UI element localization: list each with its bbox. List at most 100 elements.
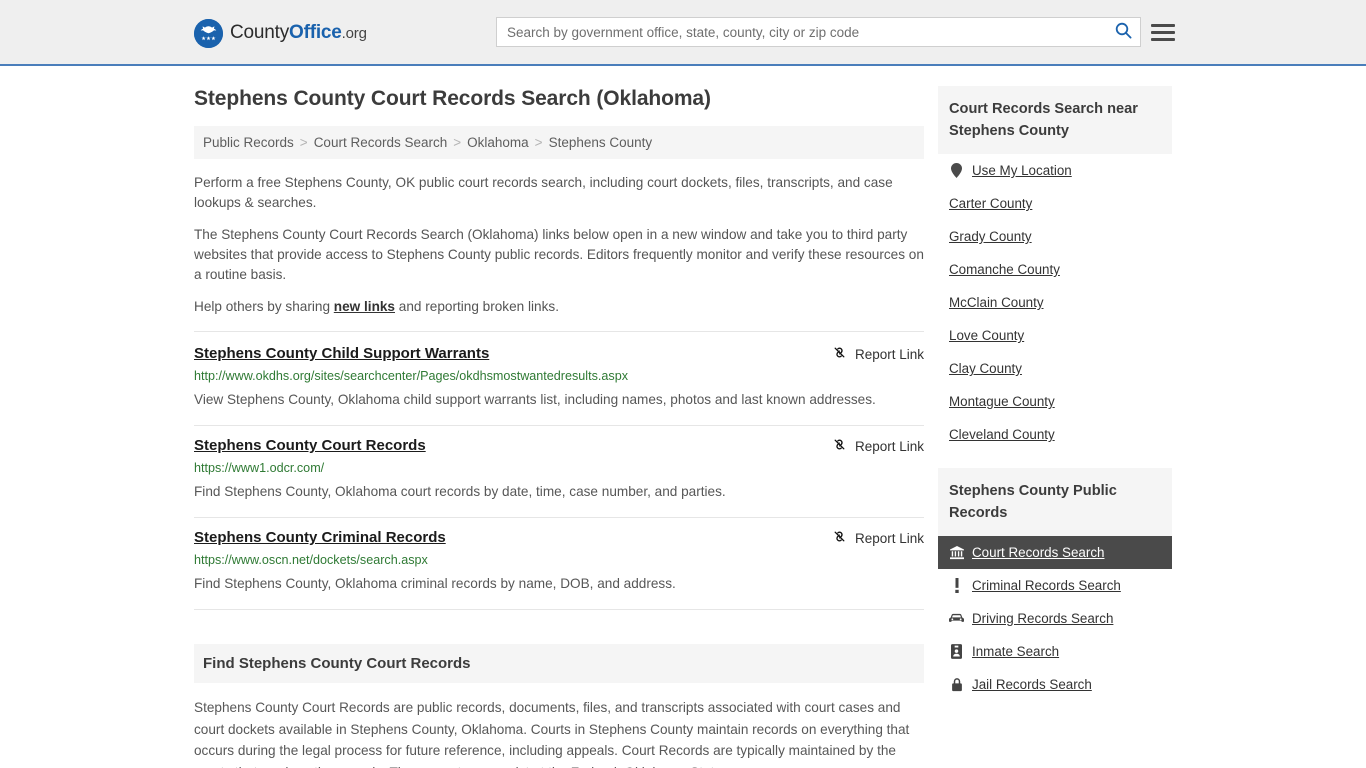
report-link-label: Report Link: [854, 346, 924, 362]
list-item: Use My Location: [938, 154, 1172, 187]
sidebar-item-label: Jail Records Search: [972, 677, 1092, 692]
list-item: Comanche County: [938, 253, 1172, 286]
page-body: Stephens County Court Records Search (Ok…: [0, 66, 1366, 768]
sidebar-item-carter-county[interactable]: Carter County: [938, 187, 1172, 220]
new-links-link[interactable]: new links: [334, 299, 395, 314]
sidebar-item-label: Clay County: [949, 361, 1022, 376]
result-description: Find Stephens County, Oklahoma criminal …: [194, 576, 676, 591]
breadcrumb-item-court-records-search[interactable]: Court Records Search: [314, 135, 448, 150]
sidebar-item-driving-records-search[interactable]: Driving Records Search: [938, 602, 1172, 635]
sidebar-item-mcclain-county[interactable]: McClain County: [938, 286, 1172, 319]
intro-paragraph-3: Help others by sharing new links and rep…: [194, 297, 924, 317]
list-item: Driving Records Search: [938, 602, 1172, 635]
result-title-link[interactable]: Stephens County Criminal Records: [194, 528, 446, 548]
courthouse-icon: [949, 545, 964, 560]
site-header: CountyOffice.org: [0, 0, 1366, 66]
breadcrumb: Public Records > Court Records Search > …: [194, 126, 924, 159]
sidebar-item-comanche-county[interactable]: Comanche County: [938, 253, 1172, 286]
sidebar-item-love-county[interactable]: Love County: [938, 319, 1172, 352]
report-link-button[interactable]: Report Link: [832, 437, 924, 455]
list-item: Montague County: [938, 385, 1172, 418]
list-item: Inmate Search: [938, 635, 1172, 668]
sidebar-item-label: Cleveland County: [949, 427, 1055, 442]
public-records-panel-heading: Stephens County Public Records: [938, 468, 1172, 536]
list-item: Clay County: [938, 352, 1172, 385]
list-item: McClain County: [938, 286, 1172, 319]
sidebar-item-court-records-search[interactable]: Court Records Search: [938, 536, 1172, 569]
site-logo-text: CountyOffice.org: [230, 22, 367, 44]
breadcrumb-item-oklahoma[interactable]: Oklahoma: [467, 135, 529, 150]
list-item: Jail Records Search: [938, 668, 1172, 701]
hamburger-bar: [1151, 30, 1175, 34]
search-input[interactable]: [497, 18, 1106, 46]
main-content: Stephens County Court Records Search (Ok…: [194, 86, 924, 768]
map-pin-icon: [949, 163, 964, 178]
breadcrumb-separator: >: [453, 135, 462, 150]
search-bar[interactable]: [496, 17, 1141, 47]
list-item: Court Records Search: [938, 536, 1172, 569]
sidebar-item-label: Inmate Search: [972, 644, 1060, 659]
sidebar-item-cleveland-county[interactable]: Cleveland County: [938, 418, 1172, 451]
public-records-panel: Stephens County Public Records Court Rec…: [938, 468, 1172, 701]
share-text-after: and reporting broken links.: [395, 299, 559, 314]
report-link-button[interactable]: Report Link: [832, 529, 924, 547]
report-link-label: Report Link: [854, 530, 924, 546]
breadcrumb-separator: >: [534, 135, 543, 150]
report-link-label: Report Link: [854, 438, 924, 454]
site-logo[interactable]: CountyOffice.org: [194, 18, 367, 48]
broken-link-icon: [832, 345, 847, 363]
nearby-panel: Court Records Search near Stephens Count…: [938, 86, 1172, 451]
sidebar-item-grady-county[interactable]: Grady County: [938, 220, 1172, 253]
result-title-link[interactable]: Stephens County Child Support Warrants: [194, 344, 489, 364]
logo-word-county: County: [230, 22, 290, 43]
list-item: Love County: [938, 319, 1172, 352]
sidebar-item-jail-records-search[interactable]: Jail Records Search: [938, 668, 1172, 701]
list-item: Carter County: [938, 187, 1172, 220]
sidebar-item-label: Criminal Records Search: [972, 578, 1121, 593]
breadcrumb-item-stephens-county[interactable]: Stephens County: [549, 135, 653, 150]
id-badge-icon: [949, 644, 964, 659]
sidebar-item-use-my-location[interactable]: Use My Location: [938, 154, 1172, 187]
hamburger-bar: [1151, 23, 1175, 27]
search-button[interactable]: [1106, 18, 1140, 46]
result-url[interactable]: http://www.okdhs.org/sites/searchcenter/…: [194, 367, 924, 386]
result-item: Stephens County Child Support Warrants R…: [194, 331, 924, 426]
breadcrumb-separator: >: [299, 135, 308, 150]
find-records-heading: Find Stephens County Court Records: [194, 644, 924, 683]
sidebar-item-inmate-search[interactable]: Inmate Search: [938, 635, 1172, 668]
hamburger-bar: [1151, 37, 1175, 41]
logo-word-office: Office: [289, 22, 342, 43]
report-link-button[interactable]: Report Link: [832, 345, 924, 363]
result-title-link[interactable]: Stephens County Court Records: [194, 436, 426, 456]
results-list: Stephens County Child Support Warrants R…: [194, 331, 924, 610]
result-url[interactable]: https://www1.odcr.com/: [194, 459, 924, 478]
result-description: View Stephens County, Oklahoma child sup…: [194, 392, 876, 407]
broken-link-icon: [832, 437, 847, 455]
sidebar-item-label: Use My Location: [972, 163, 1072, 178]
nearby-panel-heading: Court Records Search near Stephens Count…: [938, 86, 1172, 154]
breadcrumb-item-public-records[interactable]: Public Records: [203, 135, 294, 150]
sidebar-item-label: Grady County: [949, 229, 1032, 244]
hamburger-menu-icon[interactable]: [1151, 20, 1175, 44]
sidebar: Court Records Search near Stephens Count…: [938, 86, 1172, 768]
result-description: Find Stephens County, Oklahoma court rec…: [194, 484, 726, 499]
list-item: Criminal Records Search: [938, 569, 1172, 602]
sidebar-item-label: Carter County: [949, 196, 1033, 211]
eagle-seal-icon: [194, 18, 223, 48]
sidebar-item-clay-county[interactable]: Clay County: [938, 352, 1172, 385]
sidebar-item-label: Comanche County: [949, 262, 1060, 277]
intro-paragraph-1: Perform a free Stephens County, OK publi…: [194, 175, 893, 210]
result-item: Stephens County Criminal Records Report …: [194, 518, 924, 610]
find-records-paragraph: Stephens County Court Records are public…: [194, 700, 910, 768]
result-url[interactable]: https://www.oscn.net/dockets/search.aspx: [194, 551, 924, 570]
list-item: Cleveland County: [938, 418, 1172, 451]
result-item: Stephens County Court Records Report Lin…: [194, 426, 924, 518]
list-item: Grady County: [938, 220, 1172, 253]
sidebar-item-montague-county[interactable]: Montague County: [938, 385, 1172, 418]
sidebar-item-label: Montague County: [949, 394, 1055, 409]
sidebar-item-criminal-records-search[interactable]: Criminal Records Search: [938, 569, 1172, 602]
sidebar-item-label: Love County: [949, 328, 1025, 343]
page-title: Stephens County Court Records Search (Ok…: [194, 87, 711, 110]
sidebar-item-label: McClain County: [949, 295, 1044, 310]
broken-link-icon: [832, 529, 847, 547]
